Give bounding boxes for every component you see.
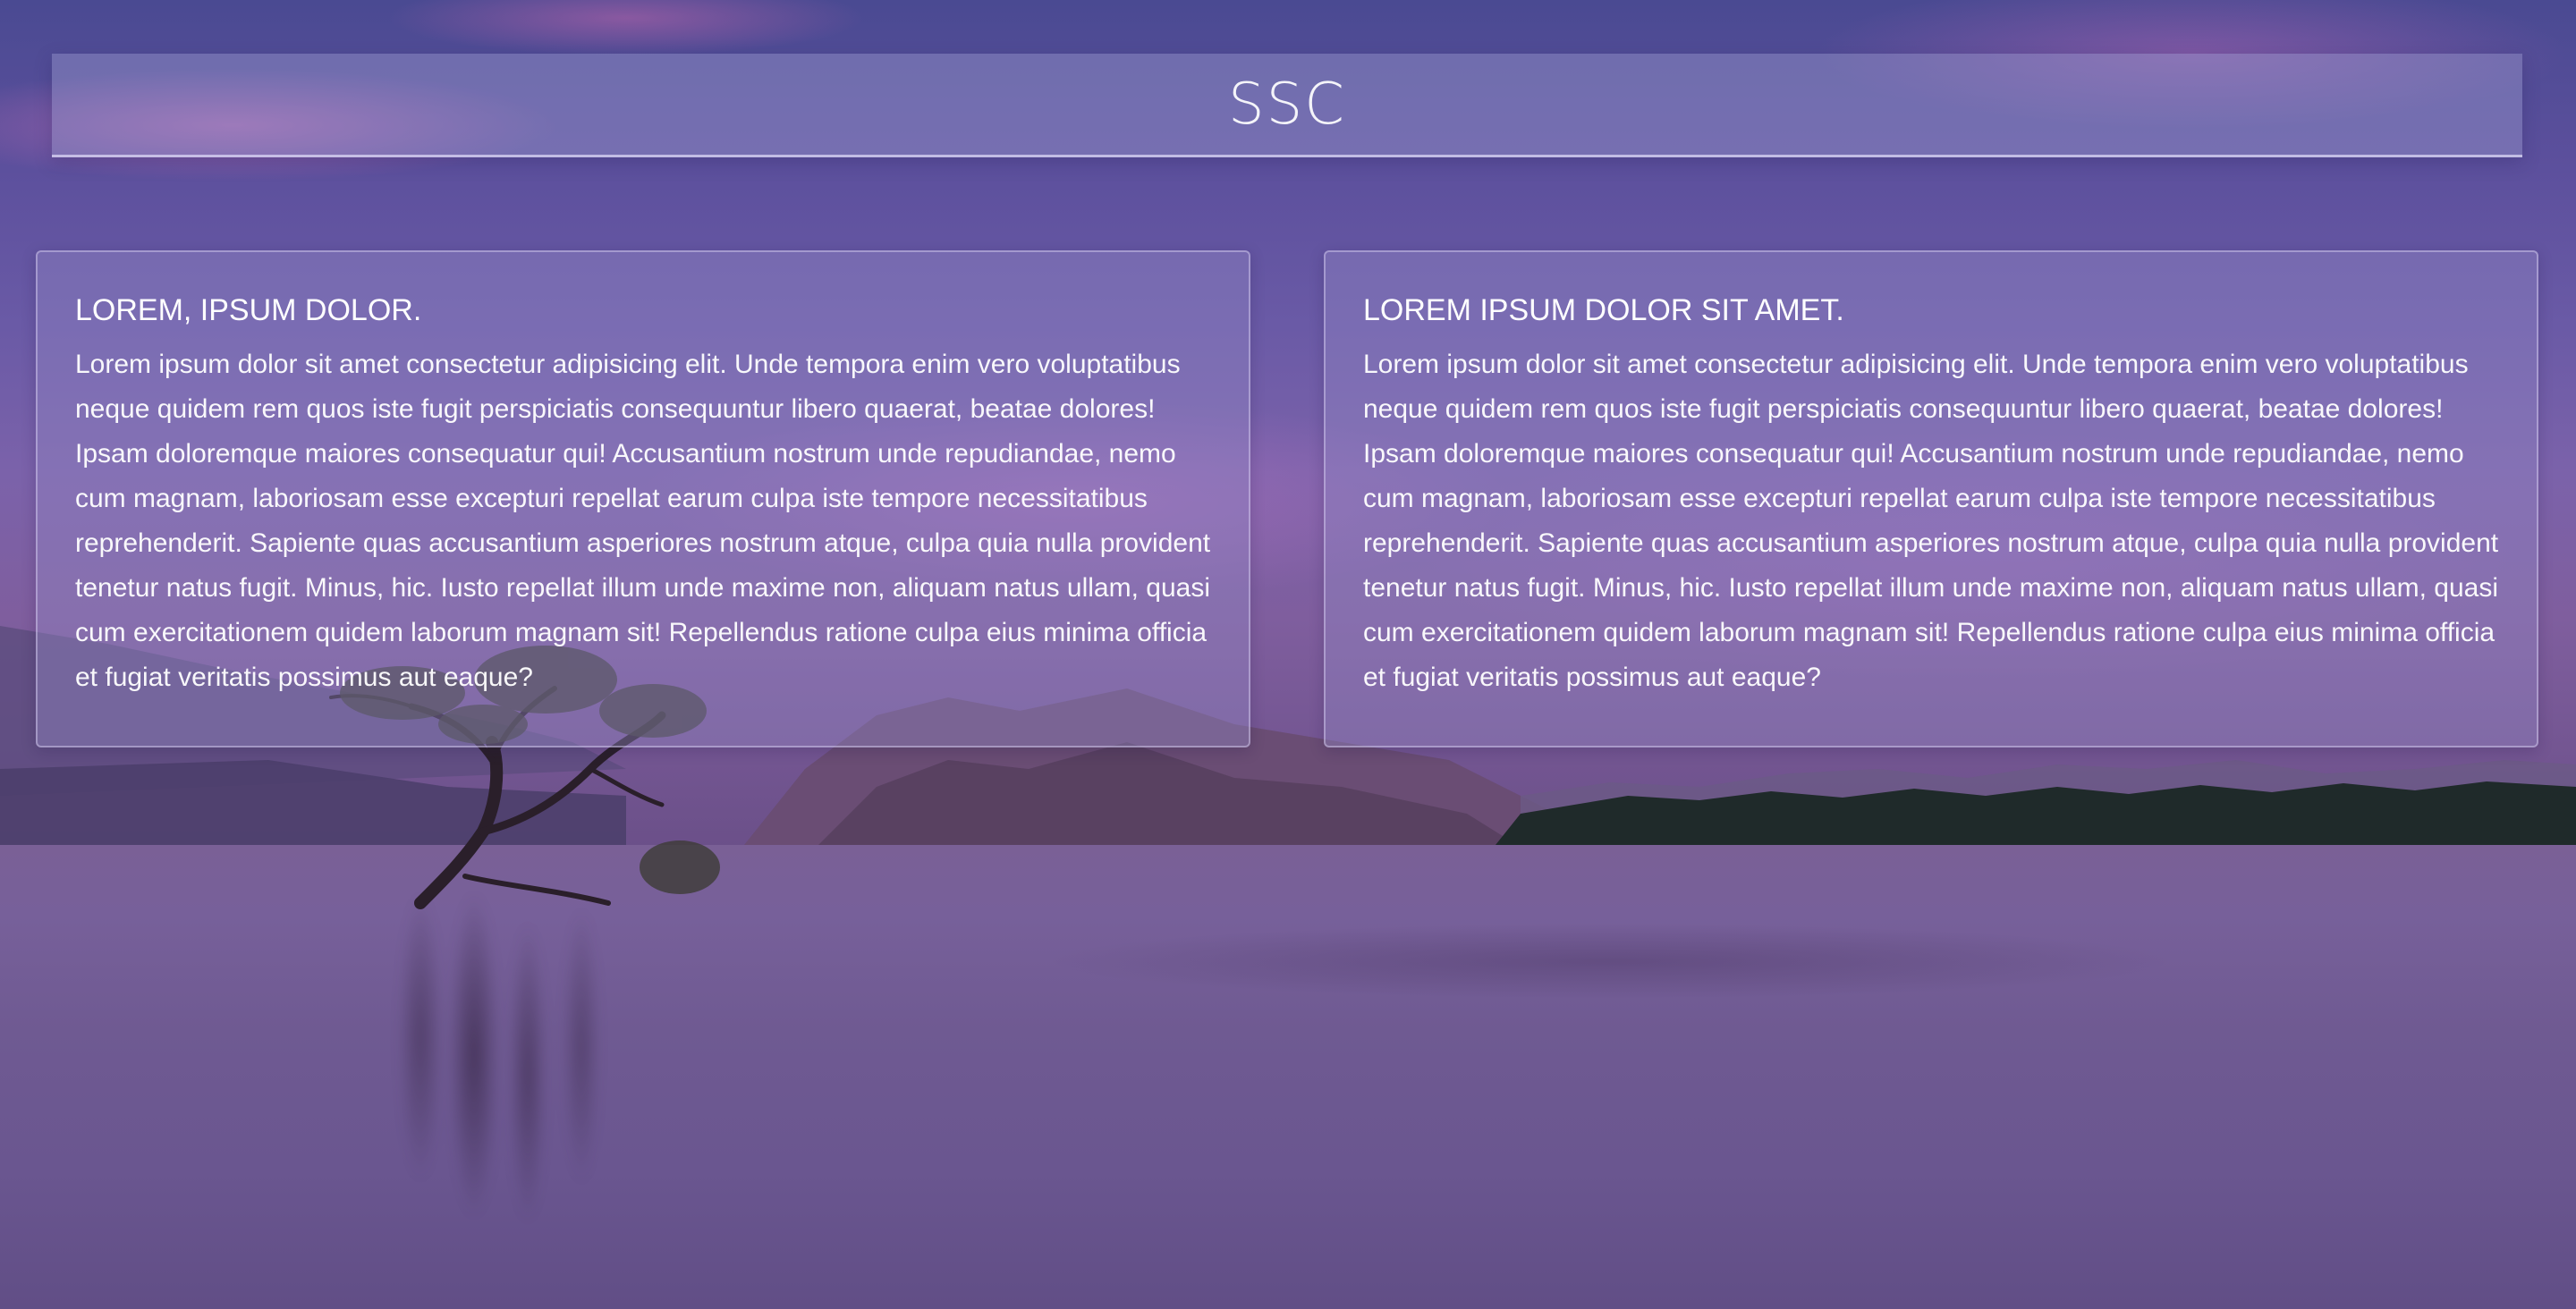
card-body-text: Lorem ipsum dolor sit amet consectetur a… bbox=[75, 349, 1211, 692]
tree-reflection bbox=[295, 894, 760, 1305]
card-title: LOREM, IPSUM DOLOR. bbox=[75, 293, 422, 327]
page-header: SSC bbox=[52, 54, 2522, 157]
site-title: SSC bbox=[1228, 71, 1346, 138]
card-body-text: Lorem ipsum dolor sit amet consectetur a… bbox=[1363, 349, 2499, 692]
content-card: LOREM IPSUM DOLOR SIT AMET. Lorem ipsum … bbox=[1324, 250, 2538, 747]
content-card: LOREM, IPSUM DOLOR. Lorem ipsum dolor si… bbox=[36, 250, 1250, 747]
card-title: LOREM IPSUM DOLOR SIT AMET. bbox=[1363, 293, 1844, 327]
